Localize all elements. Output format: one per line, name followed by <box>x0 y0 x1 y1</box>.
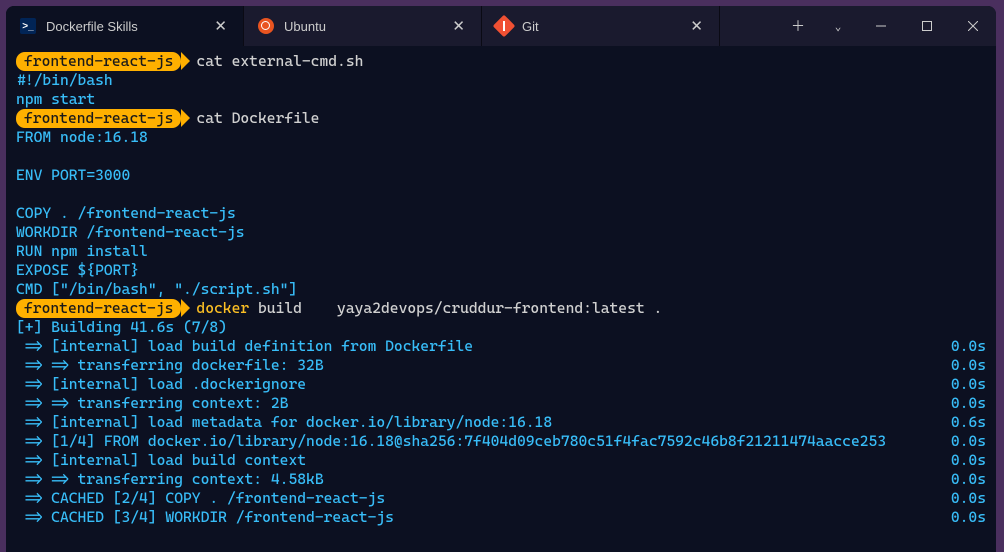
terminal-line: EXPOSE ${PORT} <box>16 261 986 280</box>
tab-label: Git <box>522 19 678 34</box>
powershell-icon: >_ <box>20 18 36 34</box>
close-icon[interactable]: ✕ <box>450 17 467 35</box>
window-controls <box>858 6 996 46</box>
maximize-button[interactable] <box>904 6 950 46</box>
tab-git[interactable]: Git ✕ <box>482 6 720 46</box>
terminal-line: RUN npm install <box>16 242 986 261</box>
build-output: => [internal] load build definition from… <box>16 337 986 527</box>
new-tab-button[interactable]: ＋ <box>778 6 818 46</box>
terminal-line: => CACHED [2/4] COPY . /frontend-react-j… <box>16 489 986 508</box>
terminal-line: CMD ["/bin/bash", "./script.sh"] <box>16 280 986 299</box>
terminal-window: >_ Dockerfile Skills ✕ Ubuntu ✕ Git ✕ ＋ … <box>6 6 996 552</box>
terminal-line: frontend-react-jscat Dockerfile <box>16 109 986 128</box>
close-icon[interactable]: ✕ <box>688 17 705 35</box>
titlebar: >_ Dockerfile Skills ✕ Ubuntu ✕ Git ✕ ＋ … <box>6 6 996 46</box>
prompt-badge: frontend-react-js <box>16 299 181 318</box>
terminal-line: => [internal] load .dockerignore0.0s <box>16 375 986 394</box>
tab-label: Ubuntu <box>284 19 440 34</box>
close-window-button[interactable] <box>950 6 996 46</box>
terminal-line: => CACHED [3/4] WORKDIR /frontend-react-… <box>16 508 986 527</box>
terminal-line: => => transferring dockerfile: 32B0.0s <box>16 356 986 375</box>
terminal-line: [+] Building 41.6s (7/8) <box>16 318 986 337</box>
tab-ubuntu[interactable]: Ubuntu ✕ <box>244 6 482 46</box>
terminal-line: frontend-react-jscat external-cmd.sh <box>16 52 986 71</box>
terminal-line: => [internal] load build context0.0s <box>16 451 986 470</box>
terminal-line: FROM node:16.18 <box>16 128 986 147</box>
terminal-line: COPY . /frontend-react-js <box>16 204 986 223</box>
terminal-line <box>16 185 986 204</box>
ubuntu-icon <box>258 18 274 34</box>
terminal-line: => => transferring context: 2B0.0s <box>16 394 986 413</box>
terminal-line: => [internal] load build definition from… <box>16 337 986 356</box>
tab-strip: >_ Dockerfile Skills ✕ Ubuntu ✕ Git ✕ <box>6 6 778 46</box>
tab-dockerfile-skills[interactable]: >_ Dockerfile Skills ✕ <box>6 6 244 46</box>
minimize-button[interactable] <box>858 6 904 46</box>
tab-controls: ＋ ⌄ <box>778 6 858 46</box>
terminal-output[interactable]: frontend-react-jscat external-cmd.sh #!/… <box>6 46 996 552</box>
terminal-line: npm start <box>16 90 986 109</box>
close-icon[interactable]: ✕ <box>212 17 229 35</box>
terminal-line: ENV PORT=3000 <box>16 166 986 185</box>
terminal-line: WORKDIR /frontend-react-js <box>16 223 986 242</box>
terminal-line: #!/bin/bash <box>16 71 986 90</box>
terminal-line: frontend-react-jsdocker build yaya2devop… <box>16 299 986 318</box>
prompt-badge: frontend-react-js <box>16 52 181 71</box>
terminal-line <box>16 147 986 166</box>
tab-label: Dockerfile Skills <box>46 19 202 34</box>
terminal-line: => [1/4] FROM docker.io/library/node:16.… <box>16 432 986 451</box>
terminal-line: => => transferring context: 4.58kB0.0s <box>16 470 986 489</box>
prompt-badge: frontend-react-js <box>16 109 181 128</box>
tab-dropdown-button[interactable]: ⌄ <box>818 6 858 46</box>
terminal-line: => [internal] load metadata for docker.i… <box>16 413 986 432</box>
git-icon <box>496 18 512 34</box>
